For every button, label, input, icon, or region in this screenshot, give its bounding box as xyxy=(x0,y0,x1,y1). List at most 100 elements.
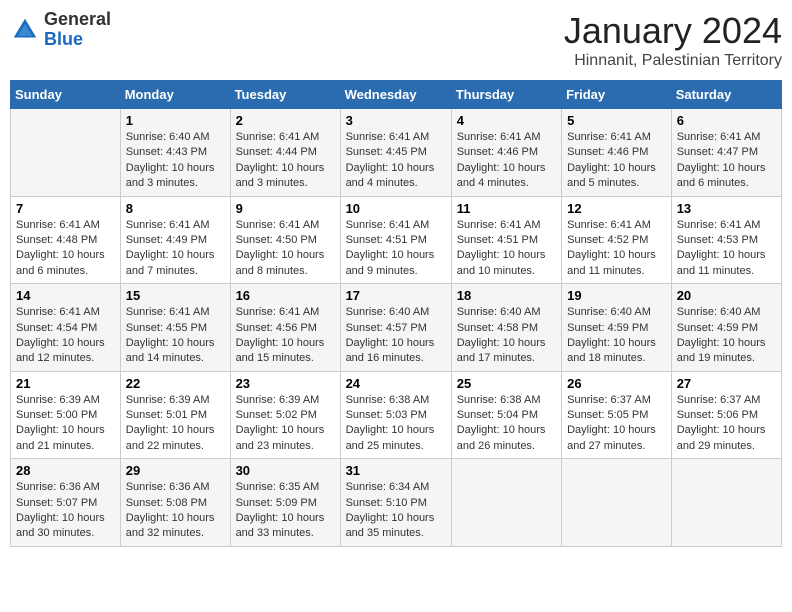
sunrise-text: Sunrise: 6:41 AM xyxy=(346,218,446,233)
week-row-4: 21 Sunrise: 6:39 AM Sunset: 5:00 PM Dayl… xyxy=(11,371,782,459)
day-info: Sunrise: 6:37 AM Sunset: 5:05 PM Dayligh… xyxy=(567,393,666,455)
day-cell: 5 Sunrise: 6:41 AM Sunset: 4:46 PM Dayli… xyxy=(562,109,672,197)
day-number: 14 xyxy=(16,288,115,303)
daylight-text: Daylight: 10 hours and 14 minutes. xyxy=(126,336,225,367)
sunset-text: Sunset: 5:04 PM xyxy=(457,408,556,423)
sunrise-text: Sunrise: 6:41 AM xyxy=(567,218,666,233)
sunrise-text: Sunrise: 6:41 AM xyxy=(16,218,115,233)
daylight-text: Daylight: 10 hours and 6 minutes. xyxy=(16,248,115,279)
sunset-text: Sunset: 4:52 PM xyxy=(567,233,666,248)
sunset-text: Sunset: 4:43 PM xyxy=(126,145,225,160)
day-cell: 19 Sunrise: 6:40 AM Sunset: 4:59 PM Dayl… xyxy=(562,284,672,372)
title-block: January 2024 Hinnanit, Palestinian Terri… xyxy=(564,10,782,70)
day-cell: 16 Sunrise: 6:41 AM Sunset: 4:56 PM Dayl… xyxy=(230,284,340,372)
day-number: 9 xyxy=(236,201,335,216)
daylight-text: Daylight: 10 hours and 27 minutes. xyxy=(567,423,666,454)
day-header-monday: Monday xyxy=(120,81,230,109)
day-info: Sunrise: 6:41 AM Sunset: 4:45 PM Dayligh… xyxy=(346,130,446,192)
daylight-text: Daylight: 10 hours and 25 minutes. xyxy=(346,423,446,454)
day-number: 8 xyxy=(126,201,225,216)
day-info: Sunrise: 6:39 AM Sunset: 5:02 PM Dayligh… xyxy=(236,393,335,455)
daylight-text: Daylight: 10 hours and 11 minutes. xyxy=(677,248,776,279)
day-cell xyxy=(671,459,781,547)
sunset-text: Sunset: 5:01 PM xyxy=(126,408,225,423)
day-cell: 13 Sunrise: 6:41 AM Sunset: 4:53 PM Dayl… xyxy=(671,196,781,284)
week-row-5: 28 Sunrise: 6:36 AM Sunset: 5:07 PM Dayl… xyxy=(11,459,782,547)
day-info: Sunrise: 6:40 AM Sunset: 4:59 PM Dayligh… xyxy=(677,305,776,367)
day-header-sunday: Sunday xyxy=(11,81,121,109)
sunset-text: Sunset: 4:54 PM xyxy=(16,321,115,336)
day-cell: 2 Sunrise: 6:41 AM Sunset: 4:44 PM Dayli… xyxy=(230,109,340,197)
day-info: Sunrise: 6:36 AM Sunset: 5:07 PM Dayligh… xyxy=(16,480,115,542)
day-number: 6 xyxy=(677,113,776,128)
sunrise-text: Sunrise: 6:41 AM xyxy=(236,305,335,320)
sunrise-text: Sunrise: 6:41 AM xyxy=(236,130,335,145)
day-cell: 30 Sunrise: 6:35 AM Sunset: 5:09 PM Dayl… xyxy=(230,459,340,547)
sunset-text: Sunset: 4:49 PM xyxy=(126,233,225,248)
day-cell: 6 Sunrise: 6:41 AM Sunset: 4:47 PM Dayli… xyxy=(671,109,781,197)
sunrise-text: Sunrise: 6:36 AM xyxy=(16,480,115,495)
sunset-text: Sunset: 4:56 PM xyxy=(236,321,335,336)
sunset-text: Sunset: 4:46 PM xyxy=(457,145,556,160)
day-cell: 25 Sunrise: 6:38 AM Sunset: 5:04 PM Dayl… xyxy=(451,371,561,459)
day-cell: 8 Sunrise: 6:41 AM Sunset: 4:49 PM Dayli… xyxy=(120,196,230,284)
day-info: Sunrise: 6:41 AM Sunset: 4:51 PM Dayligh… xyxy=(346,218,446,280)
sunrise-text: Sunrise: 6:41 AM xyxy=(346,130,446,145)
day-number: 21 xyxy=(16,376,115,391)
day-info: Sunrise: 6:41 AM Sunset: 4:48 PM Dayligh… xyxy=(16,218,115,280)
sunrise-text: Sunrise: 6:39 AM xyxy=(236,393,335,408)
day-cell: 17 Sunrise: 6:40 AM Sunset: 4:57 PM Dayl… xyxy=(340,284,451,372)
day-info: Sunrise: 6:40 AM Sunset: 4:58 PM Dayligh… xyxy=(457,305,556,367)
day-number: 24 xyxy=(346,376,446,391)
sunrise-text: Sunrise: 6:40 AM xyxy=(457,305,556,320)
day-header-friday: Friday xyxy=(562,81,672,109)
sunrise-text: Sunrise: 6:41 AM xyxy=(457,130,556,145)
day-info: Sunrise: 6:36 AM Sunset: 5:08 PM Dayligh… xyxy=(126,480,225,542)
day-info: Sunrise: 6:41 AM Sunset: 4:51 PM Dayligh… xyxy=(457,218,556,280)
sunset-text: Sunset: 4:45 PM xyxy=(346,145,446,160)
daylight-text: Daylight: 10 hours and 26 minutes. xyxy=(457,423,556,454)
sunrise-text: Sunrise: 6:40 AM xyxy=(677,305,776,320)
day-cell: 14 Sunrise: 6:41 AM Sunset: 4:54 PM Dayl… xyxy=(11,284,121,372)
sunset-text: Sunset: 4:53 PM xyxy=(677,233,776,248)
sunset-text: Sunset: 4:46 PM xyxy=(567,145,666,160)
sunset-text: Sunset: 4:47 PM xyxy=(677,145,776,160)
day-info: Sunrise: 6:38 AM Sunset: 5:03 PM Dayligh… xyxy=(346,393,446,455)
day-number: 15 xyxy=(126,288,225,303)
sunset-text: Sunset: 4:57 PM xyxy=(346,321,446,336)
day-info: Sunrise: 6:40 AM Sunset: 4:43 PM Dayligh… xyxy=(126,130,225,192)
sunset-text: Sunset: 5:06 PM xyxy=(677,408,776,423)
daylight-text: Daylight: 10 hours and 10 minutes. xyxy=(457,248,556,279)
day-number: 5 xyxy=(567,113,666,128)
sunrise-text: Sunrise: 6:34 AM xyxy=(346,480,446,495)
calendar-table: SundayMondayTuesdayWednesdayThursdayFrid… xyxy=(10,80,782,547)
day-cell: 26 Sunrise: 6:37 AM Sunset: 5:05 PM Dayl… xyxy=(562,371,672,459)
daylight-text: Daylight: 10 hours and 22 minutes. xyxy=(126,423,225,454)
week-row-1: 1 Sunrise: 6:40 AM Sunset: 4:43 PM Dayli… xyxy=(11,109,782,197)
day-cell: 24 Sunrise: 6:38 AM Sunset: 5:03 PM Dayl… xyxy=(340,371,451,459)
day-info: Sunrise: 6:41 AM Sunset: 4:53 PM Dayligh… xyxy=(677,218,776,280)
daylight-text: Daylight: 10 hours and 21 minutes. xyxy=(16,423,115,454)
sunset-text: Sunset: 4:59 PM xyxy=(567,321,666,336)
day-number: 28 xyxy=(16,463,115,478)
day-cell: 3 Sunrise: 6:41 AM Sunset: 4:45 PM Dayli… xyxy=(340,109,451,197)
day-cell: 10 Sunrise: 6:41 AM Sunset: 4:51 PM Dayl… xyxy=(340,196,451,284)
day-cell: 1 Sunrise: 6:40 AM Sunset: 4:43 PM Dayli… xyxy=(120,109,230,197)
day-cell xyxy=(11,109,121,197)
sunset-text: Sunset: 4:50 PM xyxy=(236,233,335,248)
sunrise-text: Sunrise: 6:35 AM xyxy=(236,480,335,495)
sunset-text: Sunset: 5:09 PM xyxy=(236,496,335,511)
sunrise-text: Sunrise: 6:37 AM xyxy=(677,393,776,408)
sunrise-text: Sunrise: 6:40 AM xyxy=(126,130,225,145)
day-number: 4 xyxy=(457,113,556,128)
sunset-text: Sunset: 5:02 PM xyxy=(236,408,335,423)
day-number: 31 xyxy=(346,463,446,478)
week-row-2: 7 Sunrise: 6:41 AM Sunset: 4:48 PM Dayli… xyxy=(11,196,782,284)
daylight-text: Daylight: 10 hours and 33 minutes. xyxy=(236,511,335,542)
day-header-tuesday: Tuesday xyxy=(230,81,340,109)
daylight-text: Daylight: 10 hours and 12 minutes. xyxy=(16,336,115,367)
daylight-text: Daylight: 10 hours and 19 minutes. xyxy=(677,336,776,367)
sunrise-text: Sunrise: 6:39 AM xyxy=(16,393,115,408)
daylight-text: Daylight: 10 hours and 18 minutes. xyxy=(567,336,666,367)
sunrise-text: Sunrise: 6:38 AM xyxy=(346,393,446,408)
